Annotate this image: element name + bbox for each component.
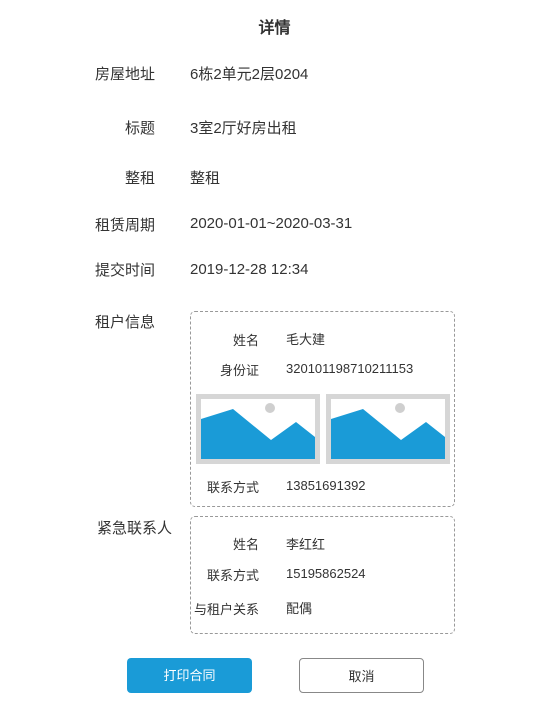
emergency-relation-label: 与租户关系: [193, 602, 259, 617]
rent-type-value: 整租: [190, 170, 221, 187]
address-value: 6栋2单元2层0204: [190, 66, 309, 83]
id-photo-front-icon[interactable]: [196, 394, 320, 464]
page-title: 详情: [258, 20, 291, 37]
tenant-id-value: 320101198710211153: [286, 361, 414, 376]
emergency-contact-label: 联系方式: [206, 568, 259, 583]
tenant-contact-label: 联系方式: [206, 480, 259, 495]
address-label: 房屋地址: [94, 66, 155, 83]
tenant-name-label: 姓名: [232, 333, 259, 348]
tenant-name-value: 毛大建: [286, 332, 326, 347]
cancel-button[interactable]: 取消: [299, 658, 424, 693]
emergency-name-label: 姓名: [232, 537, 259, 552]
rent-type-label: 整租: [124, 170, 155, 187]
emergency-relation-value: 配偶: [286, 601, 313, 616]
submit-time-value: 2019-12-28 12:34: [190, 261, 309, 278]
emergency-name-value: 李红红: [286, 537, 326, 552]
subject-value: 3室2厅好房出租: [190, 120, 297, 137]
submit-time-label: 提交时间: [94, 262, 155, 279]
image-placeholder-icon: [331, 403, 445, 459]
image-placeholder-icon: [201, 403, 315, 459]
lease-period-label: 租赁周期: [94, 217, 155, 234]
emergency-contact-box: 姓名 李红红 联系方式 15195862524 与租户关系 配偶: [190, 516, 455, 634]
id-photo-back-icon[interactable]: [326, 394, 450, 464]
emergency-section-label: 紧急联系人: [96, 520, 172, 537]
tenant-info-box: 姓名 毛大建 身份证 320101198710211153 联系方式 13851…: [190, 311, 455, 507]
tenant-id-label: 身份证: [219, 363, 259, 378]
lease-period-value: 2020-01-01~2020-03-31: [190, 215, 353, 232]
tenant-contact-value: 13851691392: [286, 478, 366, 493]
subject-label: 标题: [124, 120, 155, 137]
tenant-section-label: 租户信息: [94, 314, 155, 331]
print-contract-button[interactable]: 打印合同: [127, 658, 252, 693]
emergency-contact-value: 15195862524: [286, 566, 366, 581]
